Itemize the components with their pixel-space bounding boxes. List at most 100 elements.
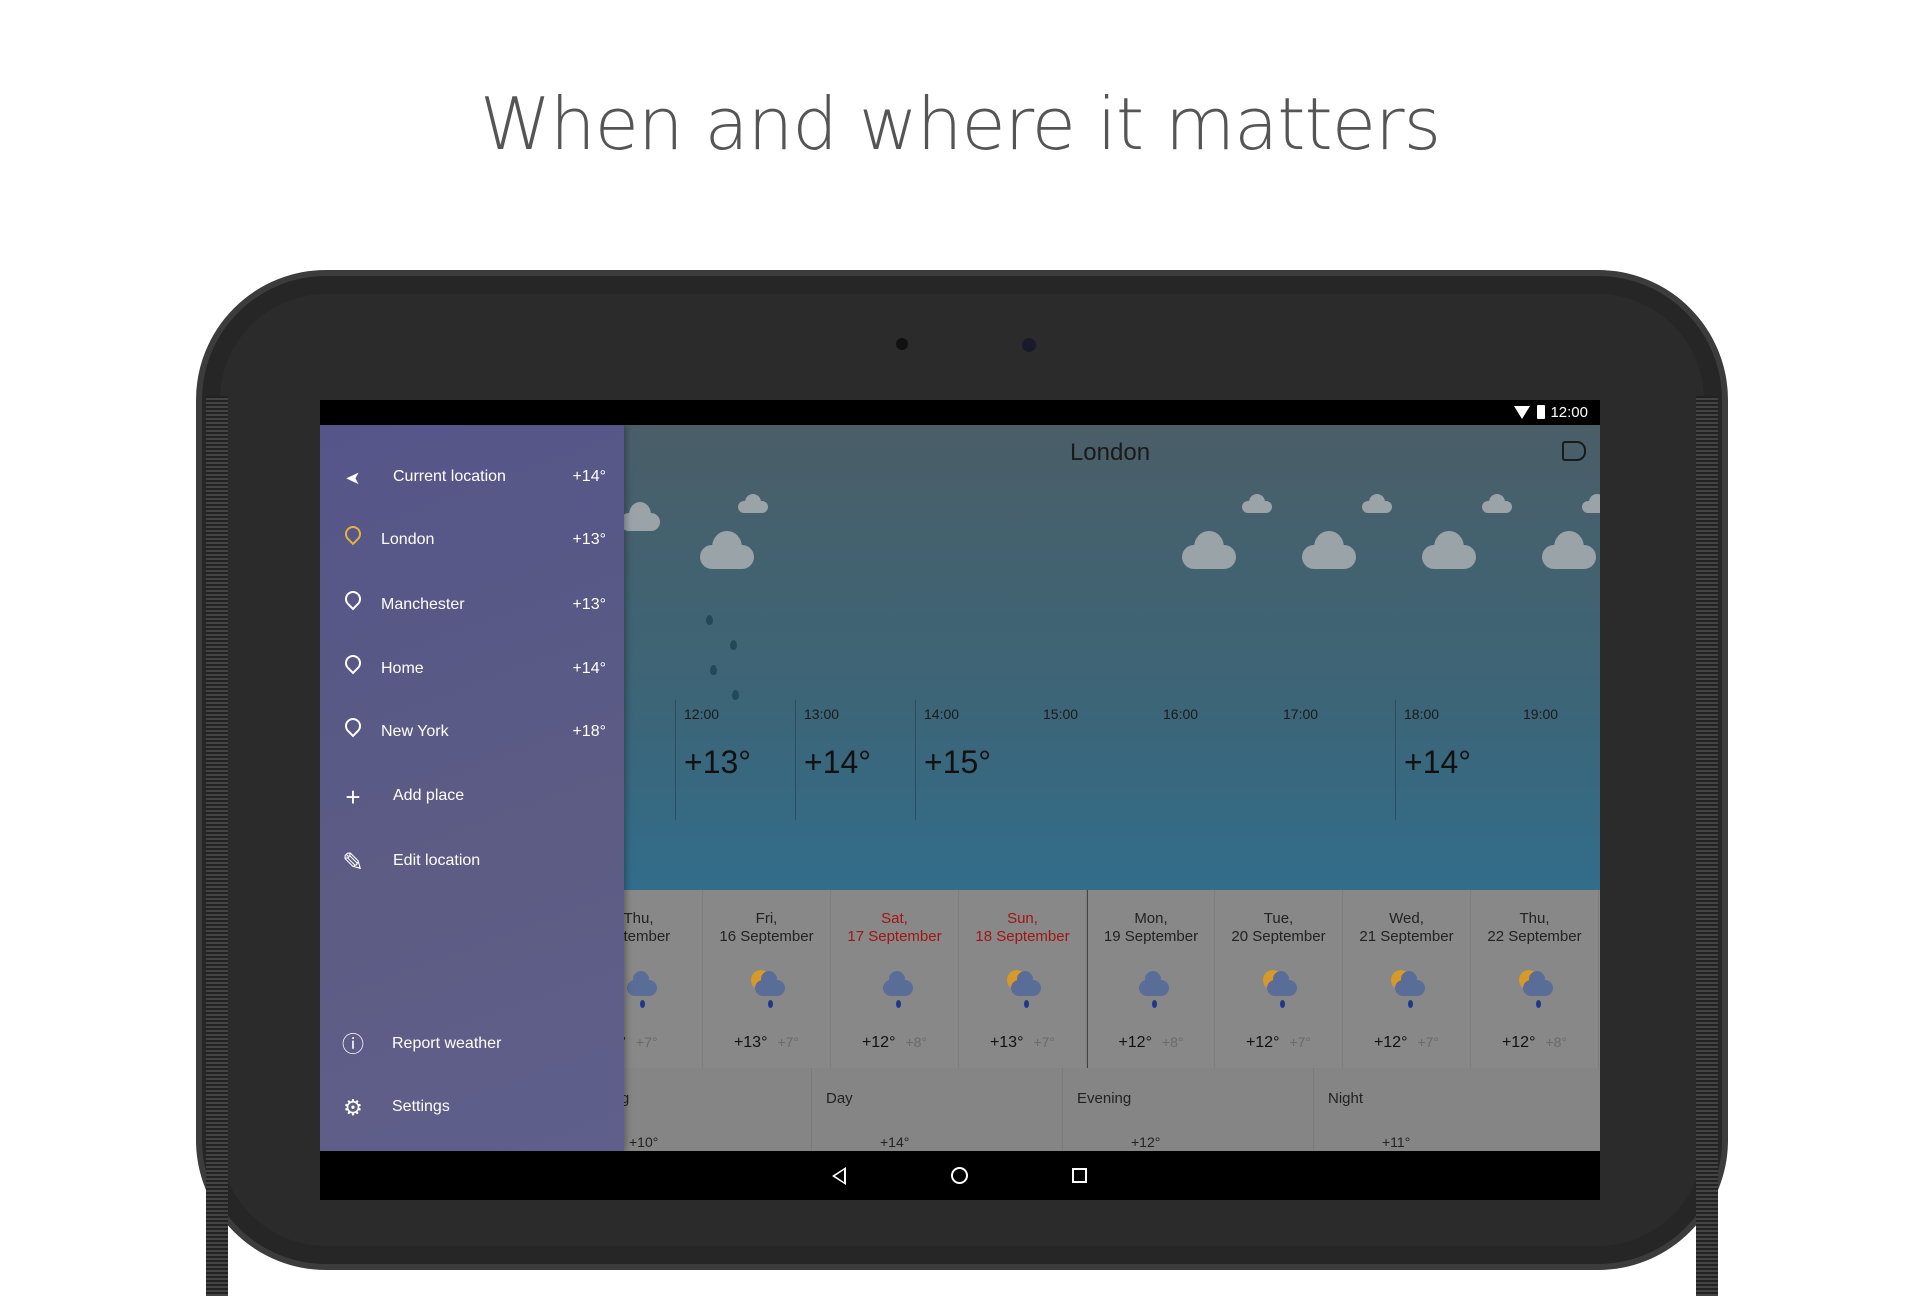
home-icon[interactable] [951,1167,968,1184]
clock: 12:00 [1550,404,1588,421]
day-date: 17 September [847,928,942,945]
low-temp: +8° [1161,1034,1184,1050]
drawer-item-temp: +14° [572,660,606,677]
cloud-icon [1422,530,1476,569]
drawer-item-label: London [381,531,435,548]
day-column[interactable]: Sat, 17 September +12° +8° [831,890,959,1068]
day-column[interactable]: Sun, 18 September +13° +7° [959,890,1087,1068]
hour-time: 17:00 [1283,706,1319,722]
hour-time: 15:00 [1043,706,1079,722]
high-temp: +12° [1501,1034,1536,1051]
status-bar: 12:00 [320,400,1600,425]
cloud-icon [1362,493,1392,513]
drawer-item-current-location[interactable]: ➤ Current location +14° [320,453,624,503]
hour-column: 17:00 [1275,700,1395,820]
drawer-item-temp: +14° [572,468,606,485]
raindrop-icon [1279,1000,1285,1008]
cloud-icon [1394,971,1425,996]
high-temp: +12° [1118,1034,1152,1051]
day-temps: +13° +7° [703,1034,830,1052]
day-name: Fri, 16 September [703,910,830,946]
hour-column: 12:00 +13° [675,700,795,820]
cloud-icon [754,971,785,996]
day-column[interactable]: Wed, 21 September +12° +7° [1343,890,1471,1068]
city-title: London [1069,439,1151,466]
drawer-item-new-york[interactable]: New York +18° [320,708,624,758]
headline: When and where it matters [479,82,1441,166]
hour-temp: +14° [1404,744,1472,780]
day-column[interactable]: Tue, 20 September +12° +7° [1215,890,1343,1068]
day-part[interactable]: Day +14° [811,1068,1062,1151]
hour-time: 18:00 [1404,706,1440,722]
day-part[interactable]: Evening +12° [1062,1068,1313,1151]
day-of-week: Sat, [881,910,908,927]
day-of-week: Fri, [755,910,778,927]
raindrop-icon [1535,1000,1541,1008]
drawer-item-report-weather[interactable]: ⓘ Report weather [320,1020,624,1070]
sensor [896,338,908,350]
location-pin-icon [341,651,365,675]
front-camera [1022,338,1036,352]
rain-icon [875,968,915,1008]
cloud-icon [1139,971,1169,996]
rain-icon [619,968,659,1008]
day-part-temp: +14° [880,1134,910,1150]
drawer-item-label: Current location [393,468,506,485]
day-part-label: Evening [1077,1090,1132,1107]
cloud-icon [1242,493,1272,513]
day-temps: +12° +8° [1088,1034,1214,1052]
nav-bar [320,1151,1600,1200]
drawer-item-london[interactable]: London +13° [320,516,624,566]
drawer-item-home[interactable]: Home +14° [320,645,624,695]
share-icon[interactable] [1562,441,1586,461]
location-pin-icon [341,714,365,738]
cloud-icon [1266,971,1297,996]
battery-icon [1537,405,1545,419]
drawer-item-settings[interactable]: ⚙ Settings [320,1083,624,1133]
back-icon[interactable] [832,1167,846,1185]
recents-icon[interactable] [1072,1168,1087,1183]
day-temps: +12° +8° [831,1034,958,1052]
day-temps: +13° +7° [959,1034,1086,1052]
drawer-item-edit-location[interactable]: ✎ Edit location [320,837,624,887]
low-temp: +7° [1417,1034,1440,1050]
day-part[interactable]: Night +11° [1313,1068,1564,1151]
hour-column: 18:00 +14° [1395,700,1515,820]
day-date: 16 September [719,928,814,945]
cloud-icon [1182,530,1236,569]
cloud-icon [626,971,657,996]
day-of-week: Thu, [1519,910,1550,927]
cloud-icon [882,971,913,996]
day-date: 18 September [975,928,1070,945]
drawer-item-temp: +18° [572,723,606,740]
raindrop-icon [732,690,739,700]
drawer-item-temp: +13° [572,596,606,613]
day-column[interactable]: Mon, 19 September +12° +8° [1087,890,1215,1068]
location-pin-icon [341,587,365,611]
raindrop-icon [706,615,713,625]
location-pin-icon [341,522,365,546]
drawer-item-manchester[interactable]: Manchester +13° [320,581,624,631]
cloud-icon [1482,493,1512,513]
high-temp: +13° [733,1034,768,1051]
hour-time: 19:00 [1523,706,1559,722]
day-column[interactable]: Thu, 22 September +12° +8° [1471,890,1599,1068]
day-name: Tue, 20 September [1215,910,1342,946]
day-column[interactable]: Fri, 16 September +13° +7° [703,890,831,1068]
high-temp: +12° [861,1034,896,1051]
cloud-icon [700,530,754,569]
day-of-week: Mon, [1134,910,1168,927]
day-date: 21 September [1359,928,1454,945]
drawer-item-label: Manchester [381,596,465,613]
drawer-item-add-place[interactable]: + Add place [320,772,624,822]
pencil-icon: ✎ [342,847,364,877]
day-part-label: Day [826,1090,853,1107]
drawer-item-label: Settings [392,1098,450,1115]
hour-column: 14:00 +15° [915,700,1035,820]
raindrop-icon [710,665,717,675]
raindrop-icon [1407,1000,1413,1008]
speaker-grille [1696,396,1718,1296]
drawer-item-label: Edit location [393,852,481,869]
day-date: 22 September [1487,928,1582,945]
raindrop-icon [730,640,737,650]
